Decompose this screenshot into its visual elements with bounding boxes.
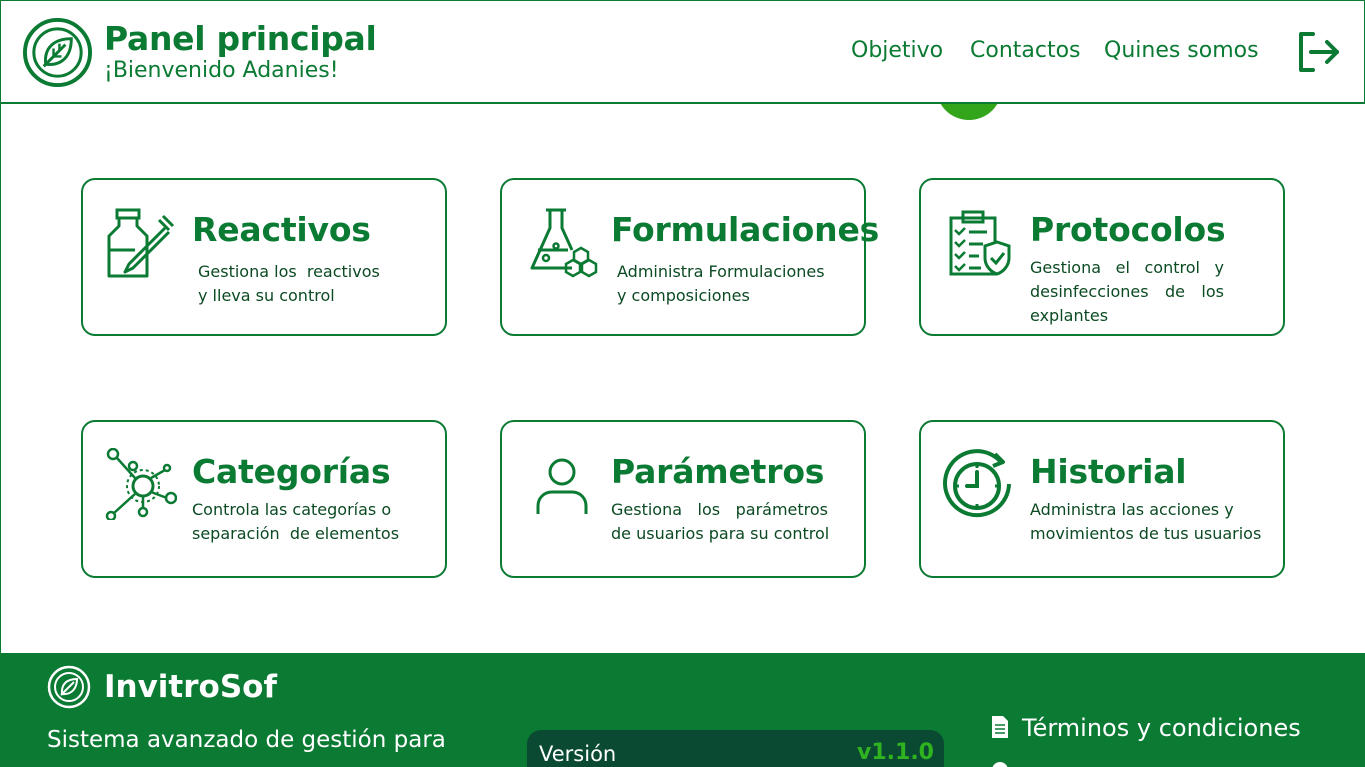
card-formulaciones[interactable]: Formulaciones Administra Formulaciones y…: [500, 178, 879, 336]
page-title: Panel principal: [104, 19, 377, 58]
card-categorias[interactable]: Categorías Controla las categorías o sep…: [81, 420, 447, 578]
card-description: Administra Formulaciones y composiciones: [617, 262, 825, 305]
leaf-icon: [22, 17, 93, 88]
network-nodes-icon: [105, 448, 177, 520]
card-description: Gestiona los reactivos y lleva su contro…: [198, 262, 380, 305]
nav-link-quienes-somos[interactable]: Quines somos: [1104, 37, 1259, 65]
card-description: Gestiona el control y desinfecciones de …: [1030, 258, 1224, 325]
card-title: Categorías: [192, 452, 391, 491]
nav-link-contactos[interactable]: Contactos: [970, 37, 1081, 65]
version-label: Versión: [539, 742, 617, 766]
card-description: Gestiona los parámetros de usuarios para…: [611, 500, 830, 543]
user-icon: [536, 458, 588, 514]
flask-icon: [530, 208, 598, 278]
app-header: Panel principal ¡Bienvenido Adanies! Obj…: [0, 0, 1365, 104]
version-box: Versión v1.1.0: [527, 730, 944, 767]
card-reactivos[interactable]: Reactivos Gestiona los reactivos y lleva…: [81, 178, 447, 336]
history-clock-icon: [943, 449, 1011, 518]
leaf-icon: [47, 665, 91, 709]
card-historial[interactable]: Historial Administra las acciones y movi…: [919, 420, 1285, 578]
terms-link[interactable]: Términos y condiciones: [990, 713, 1301, 743]
version-number: v1.1.0: [857, 740, 934, 765]
card-title: Historial: [1030, 452, 1187, 491]
shield-icon: [992, 762, 1008, 767]
card-title: Formulaciones: [611, 210, 880, 249]
clipboard-checklist-icon: [949, 210, 1011, 276]
nav-link-objetivo[interactable]: Objetivo: [851, 37, 943, 65]
card-title: Reactivos: [192, 210, 371, 249]
reagent-bottle-dropper-icon: [107, 208, 175, 278]
card-title: Parámetros: [611, 452, 825, 491]
card-description: Administra las acciones y movimientos de…: [1030, 500, 1262, 543]
frame-border: [0, 100, 1, 655]
document-icon: [992, 716, 1008, 738]
card-description: Controla las categorías o separación de …: [192, 500, 400, 543]
card-title: Protocolos: [1030, 210, 1226, 249]
footer-link-2[interactable]: [990, 758, 1022, 767]
footer-description: Sistema avanzado de gestión para: [47, 727, 446, 753]
welcome-message: ¡Bienvenido Adanies!: [104, 58, 339, 83]
card-parametros[interactable]: Parámetros Gestiona los parámetros de us…: [500, 420, 866, 578]
card-protocolos[interactable]: Protocolos Gestiona el control y desinfe…: [919, 178, 1285, 336]
logout-icon[interactable]: [1295, 28, 1343, 76]
footer-brand: InvitroSof: [104, 669, 277, 705]
app-footer: InvitroSof Sistema avanzado de gestión p…: [0, 653, 1365, 767]
terms-link-label: Términos y condiciones: [1022, 714, 1301, 742]
